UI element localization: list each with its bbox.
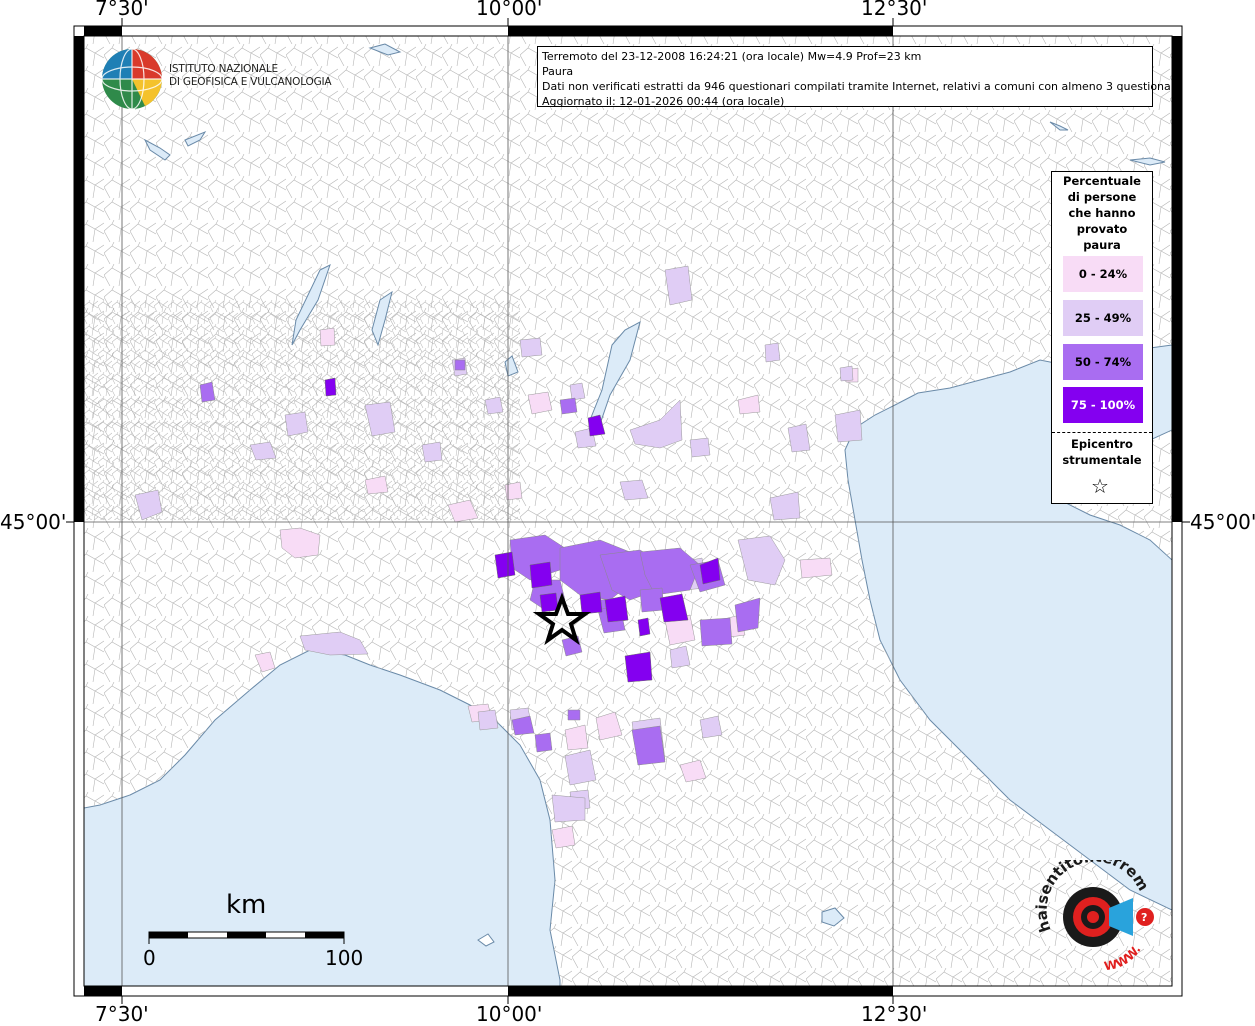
lon-label-top-3: 12°30' xyxy=(861,0,928,20)
event-info-box: Terremoto del 23-12-2008 16:24:21 (ora l… xyxy=(537,46,1182,108)
hai-sentito-logo: ? haisentitoilterremoto.it WWW. xyxy=(1030,846,1163,988)
note-line: Dati non verificati estratti da 946 ques… xyxy=(542,80,1182,93)
hai-sentito-icon: ? haisentitoilterremoto.it WWW. xyxy=(1030,846,1154,974)
lon-label-bottom-2: 10°00' xyxy=(476,1002,543,1026)
legend-class-2: 25 - 49% xyxy=(1063,300,1143,336)
legend-title: Percentuale di persone che hanno provato… xyxy=(1052,173,1152,253)
legend-epicenter-line: strumentale xyxy=(1062,453,1142,467)
parameter-line: Paura xyxy=(542,65,574,78)
lon-label-top-1: 7°30' xyxy=(95,0,149,20)
legend-title-line: provato xyxy=(1076,222,1128,236)
svg-text:WWW.: WWW. xyxy=(1103,943,1144,974)
legend-class-3: 50 - 74% xyxy=(1063,344,1143,380)
scale-start: 0 xyxy=(143,946,156,970)
legend-class-1: 0 - 24% xyxy=(1063,256,1143,292)
lat-label-left: 45°00' xyxy=(0,510,67,534)
scale-end: 100 xyxy=(325,946,364,970)
institute-line1: ISTITUTO NAZIONALE xyxy=(169,63,278,75)
legend-title-line: che hanno xyxy=(1068,206,1136,220)
event-line: Terremoto del 23-12-2008 16:24:21 (ora l… xyxy=(542,50,922,63)
lon-label-top-2: 10°00' xyxy=(476,0,543,20)
lon-label-bottom-1: 7°30' xyxy=(95,1002,149,1026)
ingv-logo: ISTITUTO NAZIONALE DI GEOFISICA E VULCAN… xyxy=(101,49,341,111)
legend: Percentuale di persone che hanno provato… xyxy=(1051,171,1153,504)
updated-line: Aggiornato il: 12-01-2026 00:44 (ora loc… xyxy=(542,95,785,108)
legend-title-line: paura xyxy=(1083,238,1121,252)
legend-separator xyxy=(1052,432,1152,433)
lon-label-bottom-3: 12°30' xyxy=(861,1002,928,1026)
legend-star-icon: ☆ xyxy=(1091,474,1109,498)
svg-text:?: ? xyxy=(1141,911,1147,924)
legend-title-line: Percentuale xyxy=(1063,174,1141,188)
lat-label-right: 45°00' xyxy=(1190,510,1255,534)
watermark-url: WWW. xyxy=(1103,943,1144,974)
land-texture-dense xyxy=(84,300,520,520)
legend-class-4: 75 - 100% xyxy=(1063,387,1143,423)
scale-unit: km xyxy=(226,890,267,920)
legend-epicenter-line: Epicentro xyxy=(1071,437,1133,451)
legend-epicenter-label: Epicentro strumentale xyxy=(1052,436,1152,468)
legend-title-line: di persone xyxy=(1067,190,1137,204)
institute-line2: DI GEOFISICA E VULCANOLOGIA xyxy=(169,76,332,88)
